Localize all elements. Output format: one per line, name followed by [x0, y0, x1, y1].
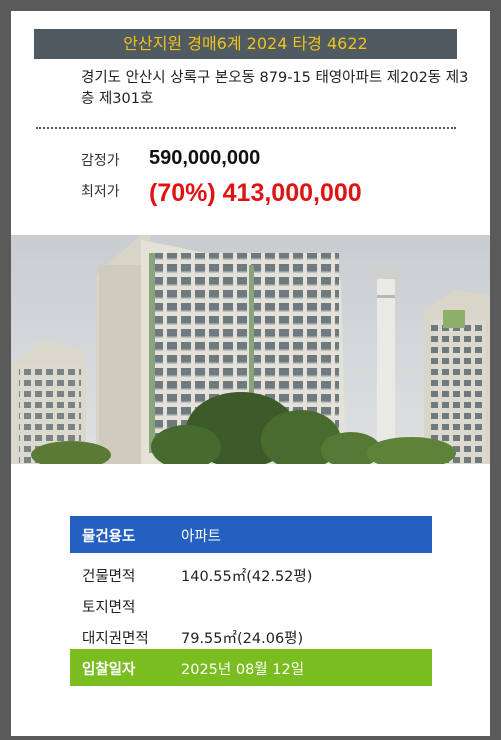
detail-label: 건물면적: [82, 569, 136, 585]
auction-card: 안산지원 경매6계 2024 타경 4622 경기도 안산시 상록구 본오동 8…: [11, 11, 490, 736]
property-photo: [11, 235, 490, 464]
dotted-divider: [36, 127, 456, 129]
appraisal-label: 감정가: [81, 153, 120, 169]
appraisal-value: 590,000,000: [149, 147, 261, 169]
minimum-price-value: (70%) 413,000,000: [149, 179, 362, 207]
detail-label: 대지권면적: [82, 631, 149, 647]
detail-value: 2025년 08월 12일: [181, 662, 305, 678]
detail-value: 79.55㎡(24.06평): [181, 631, 304, 647]
detail-row-bid-date: 입찰일자 2025년 08월 12일: [70, 649, 432, 686]
detail-row-usage: 물건용도 아파트: [70, 516, 432, 553]
detail-value: 아파트: [181, 529, 222, 545]
property-address: 경기도 안산시 상록구 본오동 879-15 태영아파트 제202동 제3층 제…: [81, 70, 469, 107]
detail-label: 토지면적: [82, 600, 136, 616]
case-title: 안산지원 경매6계 2024 타경 4622: [123, 34, 368, 53]
minimum-price-label: 최저가: [81, 184, 120, 200]
case-title-bar: 안산지원 경매6계 2024 타경 4622: [34, 29, 457, 59]
detail-label: 물건용도: [82, 529, 136, 545]
detail-value: 140.55㎡(42.52평): [181, 569, 313, 585]
detail-label: 입찰일자: [82, 662, 136, 678]
